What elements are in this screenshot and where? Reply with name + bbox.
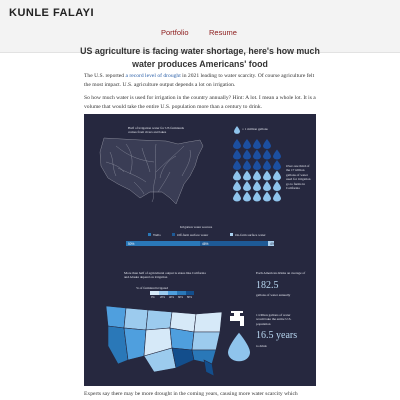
drink-intro: Each American drinks an average of bbox=[256, 271, 306, 275]
bar-off-farm bbox=[200, 241, 268, 246]
drink-value: 182.5 bbox=[256, 280, 279, 291]
map2-caption: More than half of agricultural output is… bbox=[124, 271, 206, 280]
main-nav: Portfolio Resume bbox=[0, 28, 400, 40]
drought-link[interactable]: a record level of drought bbox=[125, 73, 180, 79]
irrigation-infographic: Half of irrigation water for US farmland… bbox=[84, 114, 316, 386]
map-caption: Half of irrigation water for US farmland… bbox=[128, 126, 184, 135]
map2-legend-title: % of farmland irrigated bbox=[136, 286, 168, 290]
drops-note: Over one third of the 17 trillion gallon… bbox=[286, 164, 311, 191]
water-drop-icon bbox=[273, 149, 281, 160]
map2-legend-scale bbox=[150, 291, 194, 295]
bar-label-wells: 50% bbox=[128, 241, 135, 246]
legend-off-farm: Off-farm surface water bbox=[177, 233, 209, 237]
water-drop-icon bbox=[263, 191, 271, 202]
water-drop-icon bbox=[233, 170, 241, 181]
water-drop-icon bbox=[273, 160, 281, 170]
sources-title: Irrigation water sources bbox=[180, 225, 213, 229]
nav-portfolio-link[interactable]: Portfolio bbox=[161, 28, 189, 37]
drop-legend-icon bbox=[234, 126, 240, 134]
article-title: US agriculture is facing water shortage,… bbox=[80, 46, 320, 69]
water-drop-icon bbox=[233, 181, 241, 191]
water-drop-icon bbox=[253, 160, 261, 170]
water-drop-icon bbox=[273, 170, 281, 181]
water-drop-icon bbox=[233, 160, 241, 170]
irrigation-paragraph: So how much water is used for irrigation… bbox=[84, 95, 316, 110]
water-drop-icon bbox=[243, 160, 251, 170]
water-drop-icon bbox=[243, 181, 251, 191]
water-drop-icon bbox=[263, 139, 271, 149]
water-drop-icon bbox=[263, 149, 271, 160]
bar-label-on-farm: 4% bbox=[270, 241, 275, 246]
faucet-icon bbox=[230, 311, 244, 326]
drop-legend-label: = 1 million gallons bbox=[242, 127, 268, 131]
water-drop-icon bbox=[243, 191, 251, 202]
site-brand[interactable]: KUNLE FALAYI bbox=[9, 7, 94, 19]
us-rivers-map bbox=[99, 137, 204, 205]
water-drop-icon bbox=[243, 139, 251, 149]
closing-paragraph: Experts say there may be more drought in… bbox=[84, 391, 298, 397]
years-tail: to drink bbox=[256, 344, 267, 348]
legend-swatch-on-farm bbox=[230, 233, 233, 236]
nav-resume-link[interactable]: Resume bbox=[209, 28, 237, 37]
legend-wells: Wells bbox=[153, 233, 161, 237]
water-drop-icon bbox=[273, 191, 281, 202]
water-drop-icon bbox=[253, 149, 261, 160]
years-value: 16.5 years bbox=[256, 330, 298, 341]
water-drop-icon bbox=[273, 181, 281, 191]
water-drop-icon bbox=[263, 160, 271, 170]
water-drop-grid bbox=[233, 139, 281, 202]
drink-unit: gallons of water annually bbox=[256, 293, 291, 297]
bar-label-off-farm: 46% bbox=[202, 241, 209, 246]
water-drop-icon bbox=[233, 149, 241, 160]
water-drop-icon bbox=[243, 149, 251, 160]
water-drop-icon bbox=[253, 139, 261, 149]
water-drop-icon bbox=[263, 170, 271, 181]
intro-text-before: The U.S. reported bbox=[84, 73, 126, 79]
water-drop-icon bbox=[253, 181, 261, 191]
water-drop-icon bbox=[253, 191, 261, 202]
bar-wells bbox=[126, 241, 200, 246]
drink-note: 1 trillion gallons of water would take t… bbox=[256, 313, 292, 326]
water-drop-icon bbox=[243, 170, 251, 181]
irrigated-share-map bbox=[105, 305, 223, 377]
water-drop-icon bbox=[233, 191, 241, 202]
legend-on-farm: On-farm surface water bbox=[235, 233, 266, 237]
large-water-drop-icon bbox=[228, 332, 250, 362]
legend-swatch-wells bbox=[148, 233, 151, 236]
legend-swatch-off-farm bbox=[172, 233, 175, 236]
water-drop-icon bbox=[233, 139, 241, 149]
water-drop-icon bbox=[253, 170, 261, 181]
intro-paragraph: The U.S. reported a record level of drou… bbox=[84, 72, 316, 89]
water-drop-icon bbox=[263, 181, 271, 191]
